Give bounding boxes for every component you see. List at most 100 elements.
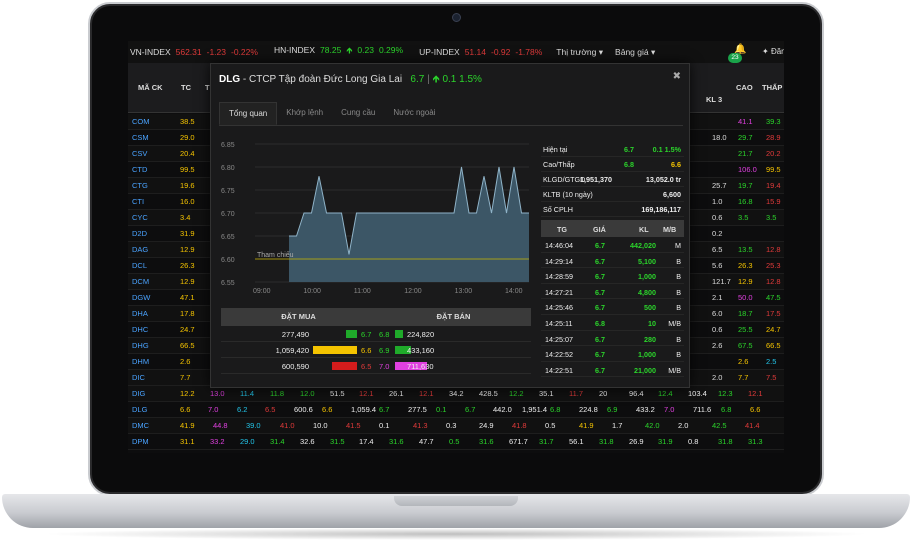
match-price: 6.7 [595,350,605,360]
symbol-cell: CSM [132,133,149,142]
match-row[interactable]: 14:29:14 6.7 5,100 B [541,253,684,269]
close-icon[interactable]: ✖ [673,71,681,82]
table-row[interactable]: DIG 12.2 13.0 11.4 11.8 12.0 51.5 12.1 26.1 12.1 3… [128,386,784,402]
match-row[interactable]: 14:22:51 6.7 21,000 M/B [541,362,684,378]
price-cell: 32.6 [300,437,315,446]
price-cell: 35.1 [539,389,554,398]
match-row[interactable]: 14:22:52 6.7 1,000 B [541,346,684,362]
ref-cell: 24.7 [180,325,195,334]
high-cell: 18.7 [738,309,753,318]
price-cell: 26.9 [629,437,644,446]
col-t[interactable]: T [205,83,210,92]
high-cell: 7.7 [738,373,749,382]
match-price: 6.7 [595,365,605,375]
match-row[interactable]: 14:46:04 6.7 442,020 M [541,237,684,253]
price-cell: 428.5 [479,389,498,398]
match-row[interactable]: 14:25:07 6.7 280 B [541,331,684,347]
symbol-cell: DHC [132,325,149,334]
kl3-cell: 0.2 [712,229,723,238]
price-cell: 0.3 [446,421,457,430]
col-high[interactable]: CAO [736,83,753,92]
y-tick-label: 6.70 [221,211,235,218]
price-cell: 47.7 [419,437,434,446]
col-kl3[interactable]: KL 3 [706,95,722,104]
table-row[interactable]: DPM 31.1 33.2 29.0 31.4 32.6 31.5 17.4 31.6 47.7 0… [128,434,784,450]
match-row[interactable]: 14:25:11 6.8 10 M/B [541,315,684,331]
col-low[interactable]: THẤP [762,83,782,92]
kl3-cell: 6.5 [712,245,723,254]
price-cell: 442.0 [493,405,512,414]
index-vn[interactable]: VN-INDEX 562.31 -1.23 -0.22% [130,47,258,57]
login-link[interactable]: ✦ Đăn [762,47,784,56]
stat-value-2: 6,600 [663,190,681,199]
ref-cell: 17.8 [180,309,195,318]
tab-matched-orders[interactable]: Khớp lệnh [277,102,332,125]
stat-row: Cao/Thấp 6.8 6.6 [541,157,684,172]
menu-market-label: Thị trường [556,46,597,57]
index-value: 78.25 [320,45,342,55]
tab-foreign[interactable]: Nước ngoài [384,102,444,125]
match-volume: 280 [644,334,656,344]
match-volume: 1,000 [638,272,656,282]
kl3-cell: 2.1 [712,293,723,302]
match-row[interactable]: 14:28:59 6.7 1,000 B [541,268,684,284]
symbol-cell: DAG [132,245,149,254]
low-cell: 66.5 [766,341,781,350]
match-side: B [676,287,681,297]
menu-market[interactable]: Thị trường ▾ [556,47,603,58]
price-cell: 12.4 [658,389,673,398]
order-book-row[interactable]: 1,059,420 6.6 6.9 433,160 [221,342,531,358]
table-row[interactable]: DLG 6.6 7.0 6.2 6.5 600.6 6.6 1,059.4 6.7 277.5 0.… [128,402,784,418]
low-cell: 15.9 [766,197,781,206]
index-change: -0.92 [490,47,511,57]
high-cell: 50.0 [738,293,753,302]
kl3-cell: 25.7 [712,181,727,190]
match-volume: 10 [648,318,656,328]
x-tick-label: 13:00 [455,288,473,295]
col-ref[interactable]: TC [181,83,191,92]
price-cell: 1.7 [612,421,623,430]
screen: VN-INDEX 562.31 -1.23 -0.22% HN-INDEX 78… [128,41,784,453]
laptop-shadow [40,528,872,540]
price-cell: 41.8 [512,421,527,430]
sell-price: 6.9 [379,346,390,355]
menu-board[interactable]: Bảng giá ▾ [615,47,655,58]
match-side: B [676,272,681,282]
buy-volume-bar [313,346,357,354]
price-cell: 31.1 [180,437,195,446]
index-hn[interactable]: HN-INDEX 78.25 🡹 0.23 0.29% [274,45,403,59]
price-cell: 2.0 [678,421,689,430]
price-cell: 13.0 [210,389,225,398]
index-pct: -0.22% [231,47,258,57]
match-side: B [676,256,681,266]
stat-label: Cao/Thấp [543,160,575,169]
match-volume: 5,100 [638,256,656,266]
match-price: 6.7 [595,241,605,250]
tab-overview[interactable]: Tổng quan [219,102,278,125]
order-book-row[interactable]: 600,590 6.5 7.0 711,630 [221,358,531,374]
price-cell: 1,059.4 [351,405,377,414]
modal-tabs: Tổng quan Khớp lệnh Cung cầu Nước ngoài [219,102,683,126]
col-symbol[interactable]: MÃ CK [138,83,163,92]
price-cell: 7.0 [664,405,675,414]
y-tick-label: 6.80 [221,165,235,172]
order-book-row[interactable]: 277,490 6.7 6.8 224,820 [221,326,531,342]
price-cell: 12.2 [509,389,524,398]
y-tick-label: 6.85 [221,142,235,149]
price-cell: 33.2 [210,437,225,446]
price-cell: 31.4 [270,437,285,446]
price-cell: 6.7 [379,405,390,414]
match-row[interactable]: 14:27:21 6.7 4,800 B [541,284,684,300]
ref-cell: 12.9 [180,277,195,286]
sell-volume: 433,160 [407,346,435,355]
price-cell: 41.3 [413,421,428,430]
buy-volume-bar [332,362,357,370]
price-cell: 41.5 [346,421,361,430]
kl3-cell: 2.0 [712,373,723,382]
reference-label: Tham chiếu [257,250,294,259]
table-row[interactable]: DMC 41.9 44.8 39.0 41.0 10.0 41.5 0.1 41.3 0.3 24.… [128,418,784,434]
match-row[interactable]: 14:25:46 6.7 500 B [541,299,684,315]
tab-supply-demand[interactable]: Cung cầu [332,102,384,125]
index-up[interactable]: UP-INDEX 51.14 -0.92 -1.78% [419,47,542,57]
symbol-cell: D2D [132,229,148,238]
